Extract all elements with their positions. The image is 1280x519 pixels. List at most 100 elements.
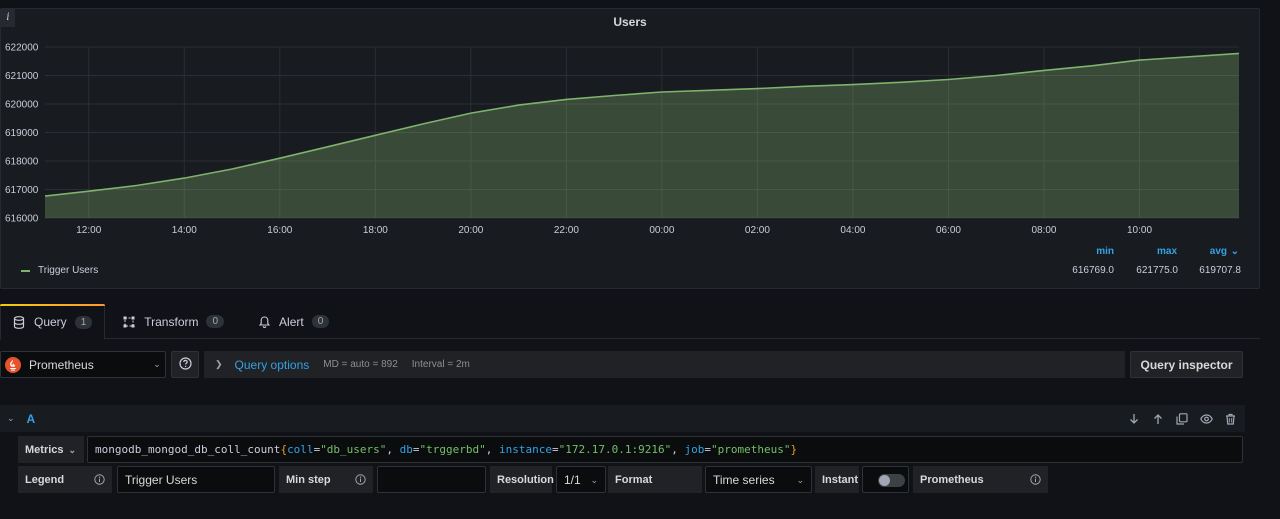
label-key: coll bbox=[287, 443, 314, 456]
y-tick-label: 617000 bbox=[5, 185, 39, 196]
label-sep: , bbox=[671, 443, 685, 456]
legend-value-max: 621775.0 bbox=[1136, 265, 1178, 276]
x-tick-label: 18:00 bbox=[363, 225, 388, 236]
label-eq: = bbox=[704, 443, 711, 456]
y-tick-label: 622000 bbox=[5, 43, 39, 54]
label-eq: = bbox=[552, 443, 559, 456]
sort-chevron-icon[interactable]: ⌄ bbox=[1229, 246, 1239, 257]
query-inspector-button[interactable]: Query inspector bbox=[1130, 351, 1243, 378]
x-tick-label: 02:00 bbox=[745, 225, 770, 236]
eye-icon[interactable] bbox=[1199, 412, 1213, 426]
query-options-toggle[interactable]: ❯ Query options MD = auto = 892 Interval… bbox=[204, 351, 1125, 378]
legend-series-swatch[interactable] bbox=[21, 269, 30, 272]
tab-transform[interactable]: Transform 0 bbox=[111, 304, 236, 339]
format-select[interactable]: Time series ⌄ bbox=[705, 466, 812, 493]
query-ref-id[interactable]: A bbox=[27, 412, 36, 426]
legend-series[interactable]: Trigger Users bbox=[21, 265, 98, 276]
x-tick-label: 06:00 bbox=[936, 225, 961, 236]
chevron-right-icon: ❯ bbox=[215, 359, 223, 369]
legend-value-avg: 619707.8 bbox=[1199, 265, 1241, 276]
instant-toggle[interactable] bbox=[878, 474, 905, 487]
tab-alert-count: 0 bbox=[311, 315, 330, 328]
y-tick-label: 618000 bbox=[5, 157, 39, 168]
bell-icon bbox=[257, 315, 271, 329]
query-options-label[interactable]: Query options bbox=[235, 358, 310, 372]
move-down-icon[interactable] bbox=[1127, 412, 1141, 426]
datasource-name: Prometheus bbox=[29, 357, 94, 372]
label-key: db bbox=[399, 443, 413, 456]
x-tick-label: 08:00 bbox=[1031, 225, 1056, 236]
datasource-help-button[interactable] bbox=[171, 351, 199, 378]
prometheus-label-text: Prometheus bbox=[920, 473, 984, 486]
x-tick-label: 16:00 bbox=[267, 225, 292, 236]
legend-format-text: Legend bbox=[25, 473, 65, 486]
label-value: "prometheus" bbox=[710, 443, 791, 456]
legend-series-name[interactable]: Trigger Users bbox=[38, 265, 98, 276]
query-options-interval: Interval = 2m bbox=[411, 359, 470, 370]
resolution-select[interactable]: 1/1 ⌄ bbox=[556, 466, 606, 493]
query-row-actions bbox=[1127, 405, 1237, 432]
label-sep: , bbox=[485, 443, 500, 456]
min-step-text: Min step bbox=[286, 473, 331, 486]
y-tick-label: 616000 bbox=[5, 214, 39, 225]
info-icon[interactable] bbox=[1030, 474, 1041, 488]
tab-query-label: Query bbox=[34, 315, 67, 329]
legend-value-min: 616769.0 bbox=[1072, 265, 1114, 276]
question-circle-icon bbox=[178, 356, 192, 373]
query-options-md: MD = auto = 892 bbox=[323, 359, 398, 370]
x-tick-label: 10:00 bbox=[1127, 225, 1152, 236]
trash-icon[interactable] bbox=[1223, 412, 1237, 426]
label-eq: = bbox=[412, 443, 420, 456]
label-key: job bbox=[684, 443, 705, 456]
chevron-down-icon: ⌄ bbox=[68, 445, 76, 455]
tab-transform-count: 0 bbox=[206, 315, 225, 328]
y-tick-label: 621000 bbox=[5, 71, 39, 82]
datasource-picker[interactable]: Prometheus ⌄ bbox=[0, 351, 166, 378]
x-tick-label: 00:00 bbox=[649, 225, 674, 236]
metrics-query-input[interactable]: mongodb_mongod_db_coll_count{coll = "db_us… bbox=[87, 436, 1243, 463]
label-key: instance bbox=[499, 443, 553, 456]
format-label: Format bbox=[608, 466, 702, 493]
metrics-browser-button[interactable]: Metrics ⌄ bbox=[18, 436, 84, 463]
metric-name: mongodb_mongod_db_coll_count bbox=[95, 443, 281, 456]
close-brace: } bbox=[790, 443, 798, 456]
resolution-value: 1/1 bbox=[564, 472, 581, 487]
x-tick-label: 04:00 bbox=[840, 225, 865, 236]
info-icon[interactable] bbox=[94, 474, 105, 488]
label-eq: = bbox=[313, 443, 321, 456]
panel-title[interactable]: Users bbox=[1, 15, 1259, 29]
prometheus-label: Prometheus bbox=[913, 466, 1048, 493]
chevron-down-icon: ⌄ bbox=[590, 475, 598, 485]
label-value: "trggerbd" bbox=[419, 443, 486, 456]
open-brace: { bbox=[280, 443, 288, 456]
min-step-input[interactable] bbox=[377, 466, 486, 493]
resolution-label: Resolution bbox=[490, 466, 554, 493]
scrollbar[interactable] bbox=[1266, 0, 1280, 519]
prometheus-logo-icon bbox=[5, 356, 21, 373]
move-up-icon[interactable] bbox=[1151, 412, 1165, 426]
instant-label: Instant bbox=[815, 466, 859, 493]
duplicate-icon[interactable] bbox=[1175, 412, 1189, 426]
legend-format-label: Legend bbox=[18, 466, 112, 493]
chevron-down-icon: ⌄ bbox=[153, 359, 161, 369]
series-area bbox=[45, 53, 1239, 219]
legend-format-input[interactable]: Trigger Users bbox=[117, 466, 275, 493]
query-row-header[interactable]: ⌄ A bbox=[0, 405, 1245, 432]
x-tick-label: 22:00 bbox=[554, 225, 579, 236]
legend-header-min[interactable]: min bbox=[1087, 246, 1114, 257]
y-tick-label: 619000 bbox=[5, 128, 39, 139]
info-icon[interactable] bbox=[355, 474, 366, 488]
y-tick-label: 620000 bbox=[5, 100, 39, 111]
metrics-label: Metrics bbox=[25, 443, 64, 456]
transform-icon bbox=[122, 315, 136, 329]
graph-panel: 622000 621000 620000 619000 618000 617000 6160… bbox=[0, 8, 1260, 289]
legend-header-max[interactable]: max bbox=[1147, 246, 1177, 257]
tab-alert[interactable]: Alert 0 bbox=[246, 304, 341, 339]
label-sep: , bbox=[386, 443, 400, 456]
legend-header-avg[interactable]: avg bbox=[1201, 246, 1227, 257]
x-tick-label: 12:00 bbox=[76, 225, 101, 236]
tab-alert-label: Alert bbox=[279, 314, 304, 329]
tab-query[interactable]: Query 1 bbox=[0, 304, 106, 340]
format-value: Time series bbox=[713, 472, 775, 487]
collapse-chevron-icon[interactable]: ⌄ bbox=[7, 413, 15, 424]
